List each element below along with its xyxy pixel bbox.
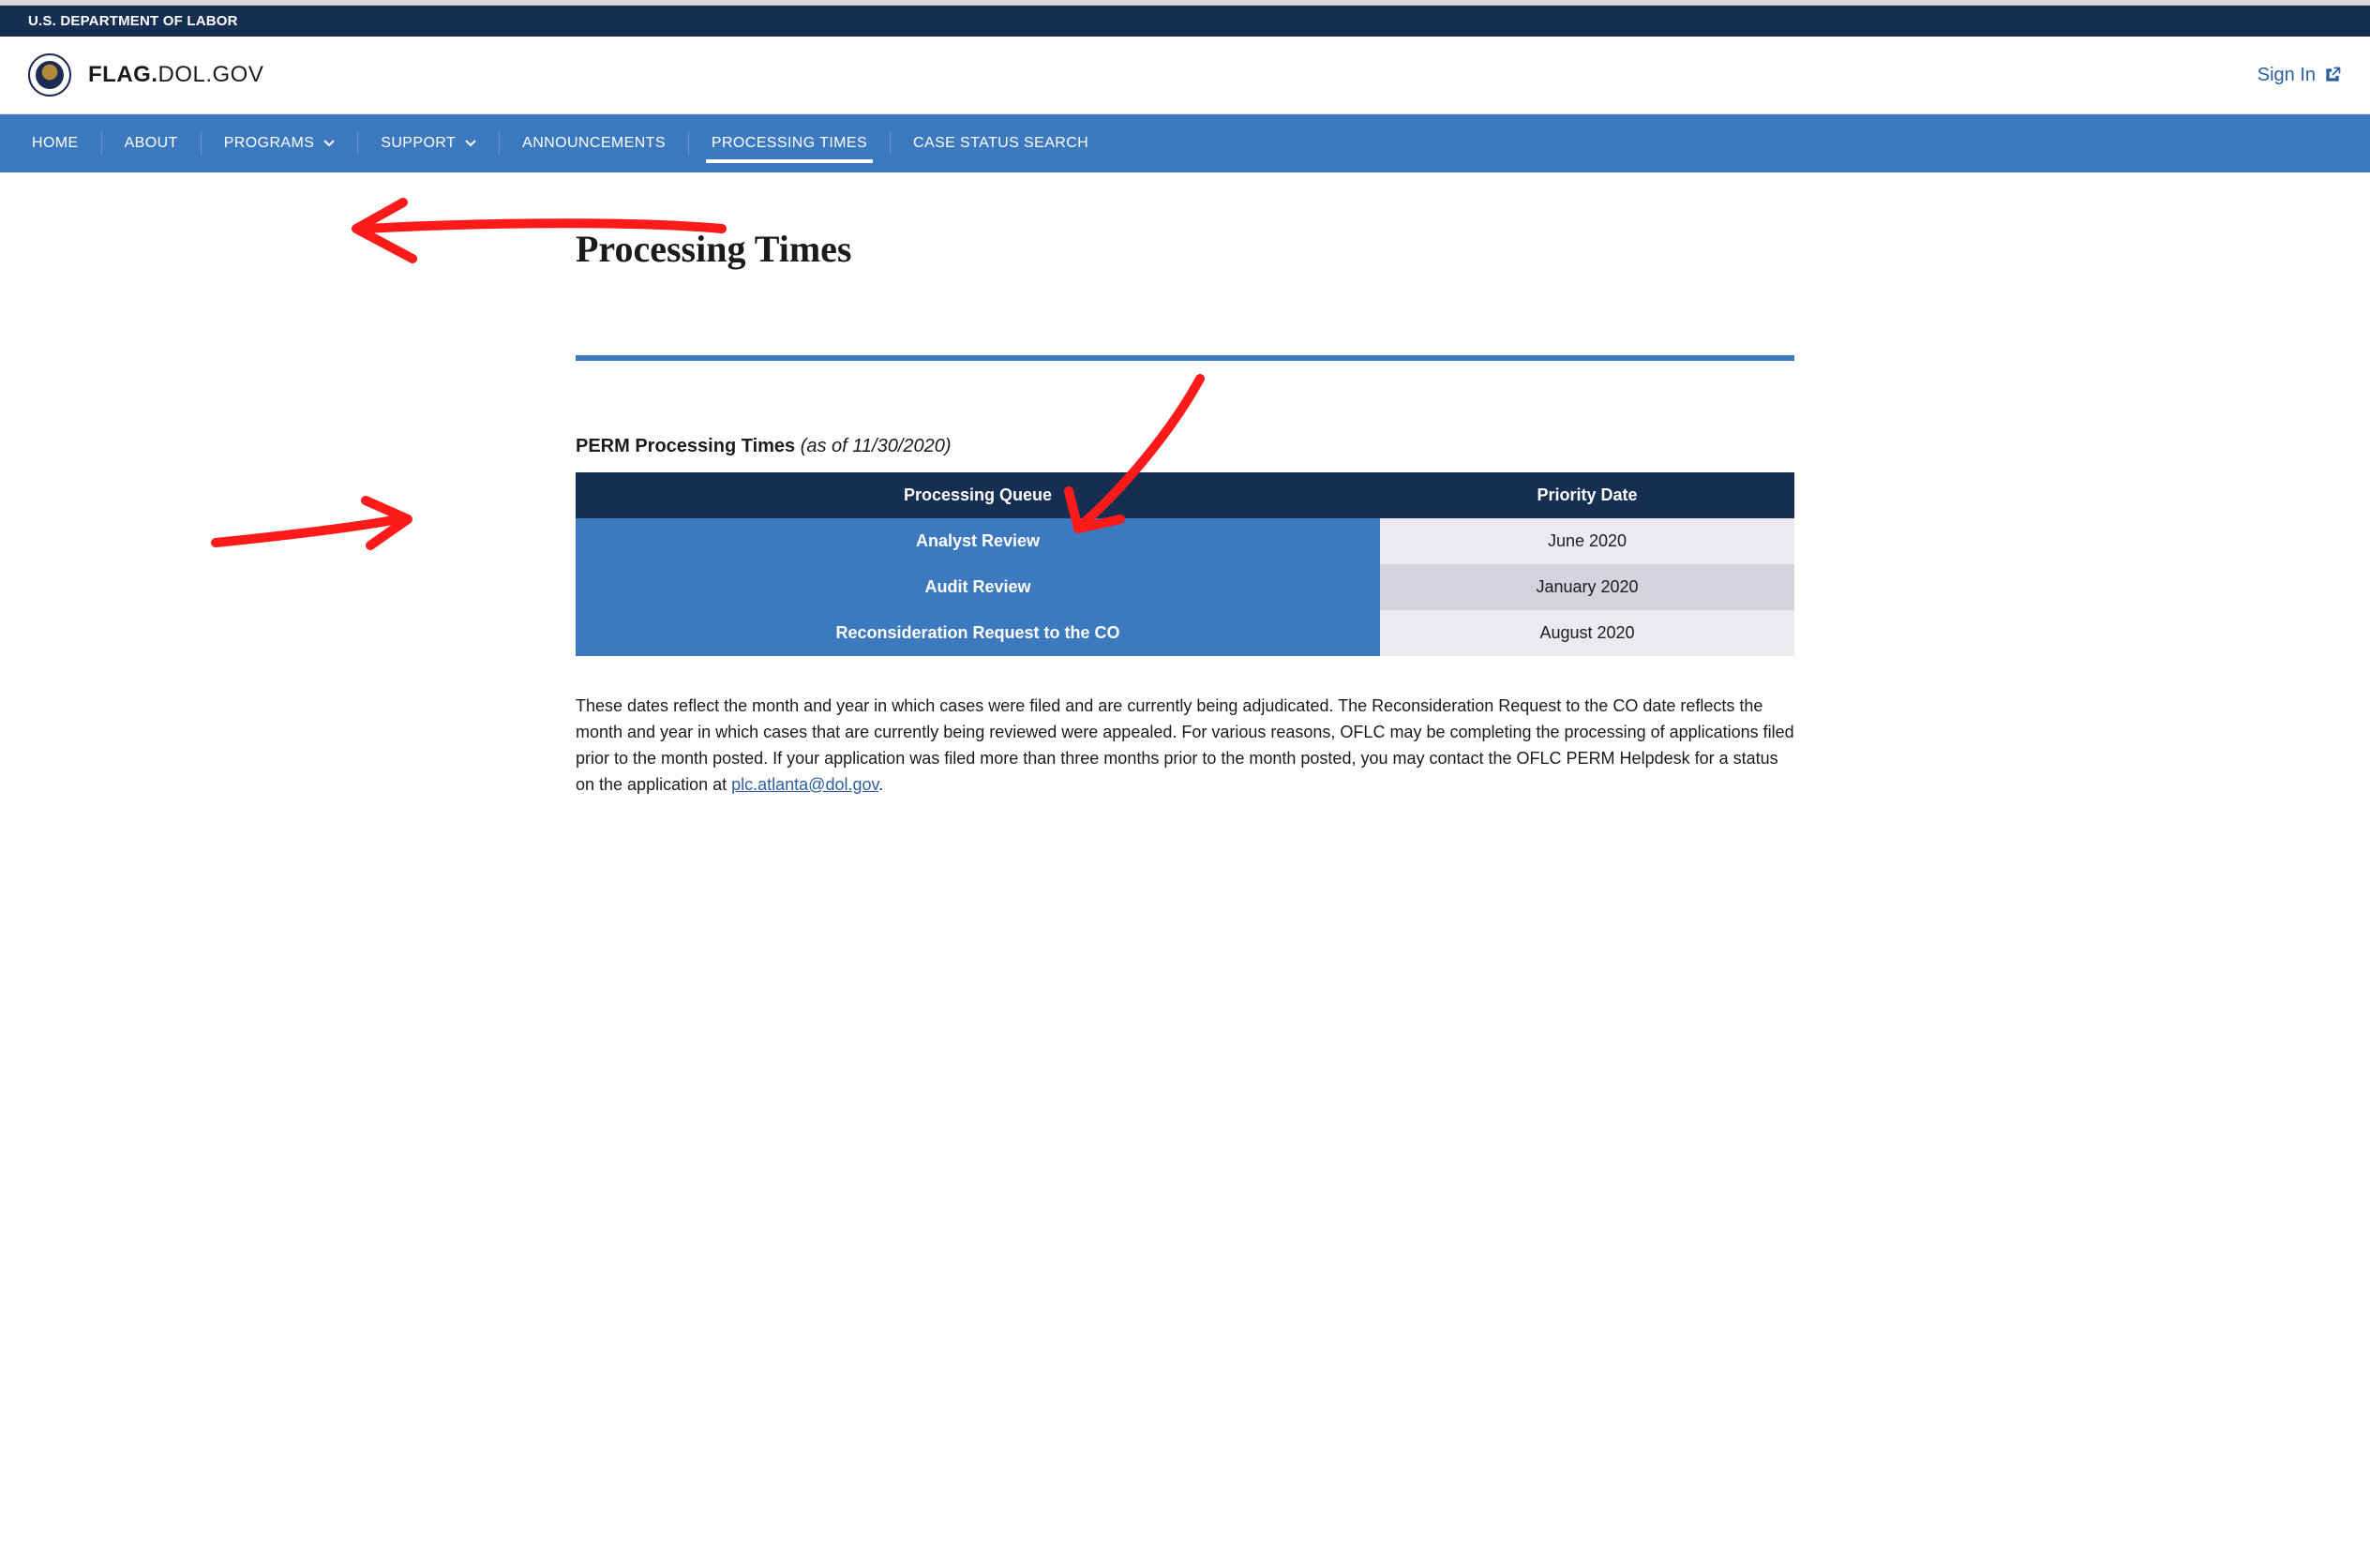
table-row: Analyst Review June 2020	[576, 518, 1794, 564]
cell-date: January 2020	[1380, 564, 1794, 610]
cell-queue: Analyst Review	[576, 518, 1380, 564]
explanatory-note: These dates reflect the month and year i…	[576, 694, 1794, 799]
brand-flag: FLAG.	[88, 62, 158, 87]
nav-case-status-search[interactable]: CASE STATUS SEARCH	[891, 114, 1111, 172]
section-rule	[576, 355, 1794, 361]
table-row: Audit Review January 2020	[576, 564, 1794, 610]
table-row: Reconsideration Request to the CO August…	[576, 610, 1794, 656]
brand-rest: DOL.GOV	[158, 62, 264, 87]
perm-section-title: PERM Processing Times (as of 11/30/2020)	[576, 436, 1794, 457]
page-title: Processing Times	[576, 227, 1794, 271]
nav-support[interactable]: SUPPORT	[358, 114, 499, 172]
nav-announcements[interactable]: ANNOUNCEMENTS	[500, 114, 688, 172]
brand[interactable]: FLAG.DOL.GOV	[28, 53, 263, 97]
external-link-icon	[2323, 66, 2342, 84]
annotation-arrow-analyst-review	[206, 491, 422, 557]
chevron-down-icon	[323, 138, 335, 149]
dol-seal-icon	[28, 53, 71, 97]
site-header: FLAG.DOL.GOV Sign In	[0, 37, 2370, 114]
cell-queue: Audit Review	[576, 564, 1380, 610]
nav-programs[interactable]: PROGRAMS	[202, 114, 358, 172]
col-priority-date: Priority Date	[1380, 472, 1794, 518]
gov-banner-text: U.S. DEPARTMENT OF LABOR	[28, 13, 238, 29]
perm-section-label: PERM Processing Times	[576, 436, 801, 456]
nav-processing-times[interactable]: PROCESSING TIMES	[689, 114, 890, 172]
helpdesk-email-link[interactable]: plc.atlanta@dol.gov	[731, 775, 878, 794]
sign-in-link[interactable]: Sign In	[2258, 65, 2342, 86]
chevron-down-icon	[465, 138, 476, 149]
note-tail: .	[878, 775, 883, 794]
perm-processing-table: Processing Queue Priority Date Analyst R…	[576, 472, 1794, 656]
nav-home[interactable]: HOME	[9, 114, 101, 172]
col-processing-queue: Processing Queue	[576, 472, 1380, 518]
brand-text: FLAG.DOL.GOV	[88, 62, 263, 88]
page-content: Processing Times PERM Processing Times (…	[557, 172, 1813, 890]
nav-about[interactable]: ABOUT	[102, 114, 201, 172]
cell-queue: Reconsideration Request to the CO	[576, 610, 1380, 656]
primary-nav: HOME ABOUT PROGRAMS SUPPORT ANNOUNCEMENT…	[0, 114, 2370, 172]
cell-date: August 2020	[1380, 610, 1794, 656]
cell-date: June 2020	[1380, 518, 1794, 564]
perm-section-asof: (as of 11/30/2020)	[801, 436, 952, 456]
gov-banner: U.S. DEPARTMENT OF LABOR	[0, 6, 2370, 37]
sign-in-label: Sign In	[2258, 65, 2316, 86]
